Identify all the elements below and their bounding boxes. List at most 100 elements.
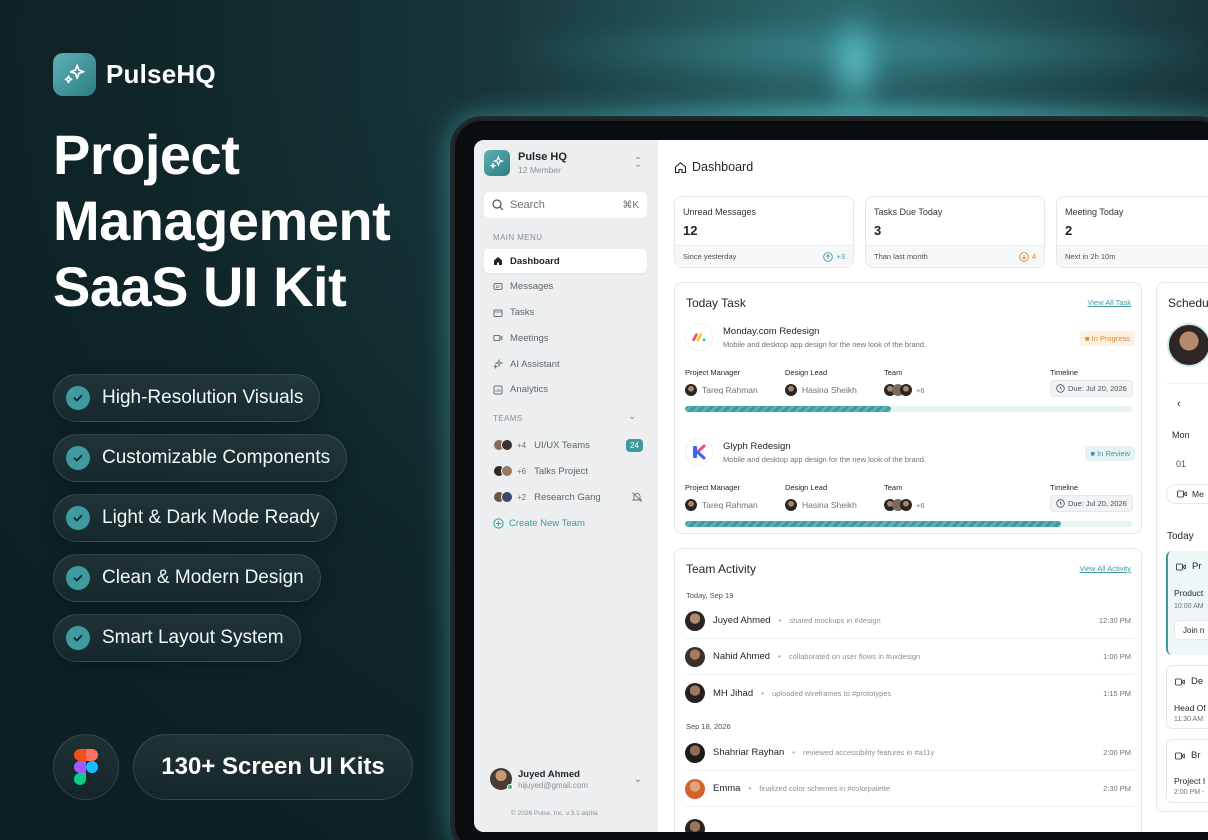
activity-time: 12:30 PM: [1098, 616, 1131, 625]
status-badge: ■ In Review: [1085, 446, 1135, 461]
search-shortcut: ⌘K: [622, 199, 639, 211]
feature-text: Smart Layout System: [102, 627, 284, 648]
workspace-switcher[interactable]: Pulse HQ 12 Member: [484, 150, 567, 176]
activity-row[interactable]: MH Jihad • uploaded wireframes to #proto…: [685, 675, 1135, 711]
message-icon: [493, 282, 503, 290]
join-button[interactable]: Join n: [1174, 620, 1208, 640]
avatar: [685, 742, 705, 763]
main-content: Dashboard Unread Messages 12 Since yeste…: [658, 140, 1208, 832]
activity-date: Sep 18, 2026: [686, 722, 731, 731]
team-plus: +6: [517, 466, 527, 476]
team-label: Team: [884, 368, 903, 377]
event-title: De: [1191, 676, 1204, 687]
main-nav: Dashboard Messages Tasks Meetings AI Ass…: [484, 249, 647, 404]
stat-delta: +3: [823, 251, 845, 262]
workspace-name: Pulse HQ: [518, 151, 567, 163]
analytics-icon: [493, 385, 503, 395]
separator-dot: •: [761, 688, 764, 698]
schedule-title: Schedu: [1168, 296, 1208, 310]
calendar-date[interactable]: 01: [1176, 459, 1186, 469]
plus-circle-icon: [493, 517, 504, 529]
chevron-left-icon[interactable]: ‹: [1177, 398, 1181, 410]
hero-title: Project Management SaaS UI Kit: [53, 122, 433, 320]
nav-label: Dashboard: [510, 255, 560, 267]
team-name: Research Gang: [534, 491, 601, 503]
event-card[interactable]: Pr Product 10:00 AM Join n: [1166, 551, 1208, 655]
stat-delta-value: +3: [836, 252, 845, 261]
sparkle-icon: [53, 53, 96, 96]
avatar: [685, 384, 697, 396]
feature-pill: Light & Dark Mode Ready: [53, 494, 337, 542]
feature-text: Customizable Components: [102, 447, 331, 468]
event-sub: Product: [1174, 588, 1204, 598]
meeting-button[interactable]: Me: [1166, 484, 1208, 504]
activity-row[interactable]: Juyed Ahmed • shared mockups in #design …: [685, 603, 1135, 639]
nav-item-dashboard[interactable]: Dashboard: [484, 249, 647, 273]
activity-text: collaborated on user flows in #uxdesign: [788, 652, 921, 661]
app-screen: Pulse HQ 12 Member ⌃ ⌄ Search ⌘K MAIN MEN…: [474, 140, 1208, 832]
avatar: [900, 384, 912, 396]
team-item[interactable]: +4 UI/UX Teams 24: [493, 432, 643, 458]
activity-row[interactable]: Nahid Ahmed • collaborated on user flows…: [685, 639, 1135, 675]
due-date: Due: Jul 20, 2026: [1068, 499, 1127, 508]
create-team-button[interactable]: Create New Team: [493, 510, 643, 536]
event-time: 11:30 AM: [1174, 716, 1204, 723]
team-item[interactable]: +6 Talks Project: [493, 458, 643, 484]
card-title: Today Task: [686, 296, 746, 310]
pm-label: Project Manager: [685, 368, 741, 377]
view-all-task-link[interactable]: View All Task: [1088, 298, 1132, 307]
avatar: [785, 384, 797, 396]
stat-footer: Than last month 4: [866, 245, 1044, 267]
team-plus: +4: [517, 440, 527, 450]
event-title: Br: [1191, 750, 1201, 761]
stat-label: Meeting Today: [1065, 207, 1124, 217]
search-input[interactable]: Search ⌘K: [484, 192, 647, 218]
check-icon: [66, 446, 90, 470]
activity-time: 2:30 PM: [1103, 784, 1131, 793]
clock-icon: [1056, 499, 1065, 508]
task-desc: Mobile and desktop app design for the ne…: [723, 340, 927, 349]
nav-item-ai-assistant[interactable]: AI Assistant: [484, 352, 647, 376]
nav-label: Meetings: [510, 332, 549, 344]
team-item[interactable]: +2 Research Gang: [493, 484, 643, 510]
feature-text: Light & Dark Mode Ready: [102, 507, 320, 528]
activity-text: finalized color schemes in #colorpalette: [759, 784, 891, 793]
event-card[interactable]: Br Project I 2:00 PM -: [1166, 739, 1208, 803]
feature-text: High-Resolution Visuals: [102, 387, 304, 408]
lead-label: Design Lead: [785, 483, 828, 492]
user-name: Juyed Ahmed: [518, 768, 580, 780]
task-name: Glyph Redesign: [723, 441, 791, 452]
stat-foot-text: Than last month: [874, 252, 928, 261]
stat-value: 12: [683, 223, 698, 238]
user-profile[interactable]: Juyed Ahmed hijuyed@gmail.com ⌄: [490, 768, 642, 790]
nav-label: AI Assistant: [510, 358, 560, 370]
chevron-down-icon[interactable]: ⌄: [628, 411, 636, 422]
activity-time: 1:15 PM: [1103, 688, 1131, 698]
activity-row[interactable]: [685, 811, 1135, 832]
activity-row[interactable]: Emma • finalized color schemes in #color…: [685, 771, 1135, 807]
activity-user: MH Jihad: [713, 687, 754, 699]
chevron-down-icon[interactable]: ⌄: [634, 774, 642, 785]
video-icon: [1176, 563, 1186, 570]
activity-time: 2:00 PM: [1103, 748, 1131, 757]
sparkle-icon: [484, 150, 510, 176]
pm-value: Tareq Rahman: [685, 384, 758, 396]
activity-row[interactable]: Shahriar Rayhan • reviewed accessibility…: [685, 735, 1135, 771]
today-task-card: Today Task View All Task Monday.com Rede…: [674, 282, 1142, 534]
status-text: In Progress: [1091, 334, 1130, 343]
nav-item-messages[interactable]: Messages: [484, 275, 647, 299]
nav-item-analytics[interactable]: Analytics: [484, 378, 647, 402]
feature-pill: High-Resolution Visuals: [53, 374, 321, 422]
view-all-activity-link[interactable]: View All Activity: [1079, 564, 1131, 573]
nav-item-meetings[interactable]: Meetings: [484, 326, 647, 350]
bell-off-icon[interactable]: [631, 491, 643, 503]
nav-item-tasks[interactable]: Tasks: [484, 301, 647, 325]
timeline-label: Timeline: [1050, 483, 1079, 492]
event-card[interactable]: De Head Of 11:30 AM: [1166, 665, 1208, 729]
task-name: Monday.com Redesign: [723, 326, 820, 337]
glyph-logo-icon: [685, 438, 713, 466]
hero-line-3: SaaS UI Kit: [53, 255, 347, 318]
feature-pill: Smart Layout System: [53, 614, 301, 662]
chevron-updown-icon[interactable]: ⌃ ⌄: [634, 156, 642, 178]
team-activity-card: Team Activity View All Activity Today, S…: [674, 548, 1142, 832]
